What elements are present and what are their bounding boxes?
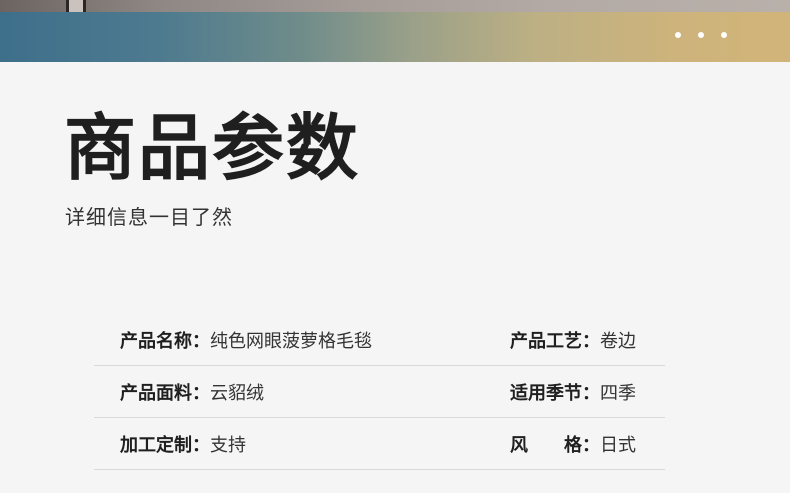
section-title: 商品参数 [64, 106, 361, 190]
param-value: 云貂绒 [210, 383, 264, 404]
param-label: 产品面料： [120, 383, 210, 404]
dot-icon [721, 32, 727, 38]
params-row: 加工定制：支持 风 格：日式 [94, 418, 665, 470]
param-cell: 适用季节：四季 [510, 379, 636, 405]
section-subtitle: 详细信息一目了然 [65, 205, 233, 229]
param-cell: 产品名称：纯色网眼菠萝格毛毯 [120, 327, 372, 353]
param-cell: 产品工艺：卷边 [510, 327, 636, 353]
decorative-dots [675, 32, 727, 38]
header-banner [0, 12, 790, 62]
param-value: 四季 [600, 383, 636, 404]
params-row: 产品名称：纯色网眼菠萝格毛毯 产品工艺：卷边 [94, 314, 665, 366]
param-cell: 产品面料：云貂绒 [120, 379, 264, 405]
param-value: 日式 [600, 435, 636, 456]
product-photo-strip [0, 0, 790, 12]
params-table: 产品名称：纯色网眼菠萝格毛毯 产品工艺：卷边 产品面料：云貂绒 适用季节：四季 … [94, 314, 665, 470]
param-label: 产品名称： [120, 331, 210, 352]
param-value: 支持 [210, 435, 246, 456]
furniture-post-image [66, 0, 86, 12]
param-label: 产品工艺： [510, 331, 600, 352]
param-label: 风 格： [510, 435, 600, 456]
param-cell: 风 格：日式 [510, 431, 636, 457]
dot-icon [675, 32, 681, 38]
dot-icon [698, 32, 704, 38]
param-value: 卷边 [600, 331, 636, 352]
param-label: 适用季节： [510, 383, 600, 404]
params-row: 产品面料：云貂绒 适用季节：四季 [94, 366, 665, 418]
param-value: 纯色网眼菠萝格毛毯 [210, 331, 372, 352]
param-cell: 加工定制：支持 [120, 431, 246, 457]
param-label: 加工定制： [120, 435, 210, 456]
